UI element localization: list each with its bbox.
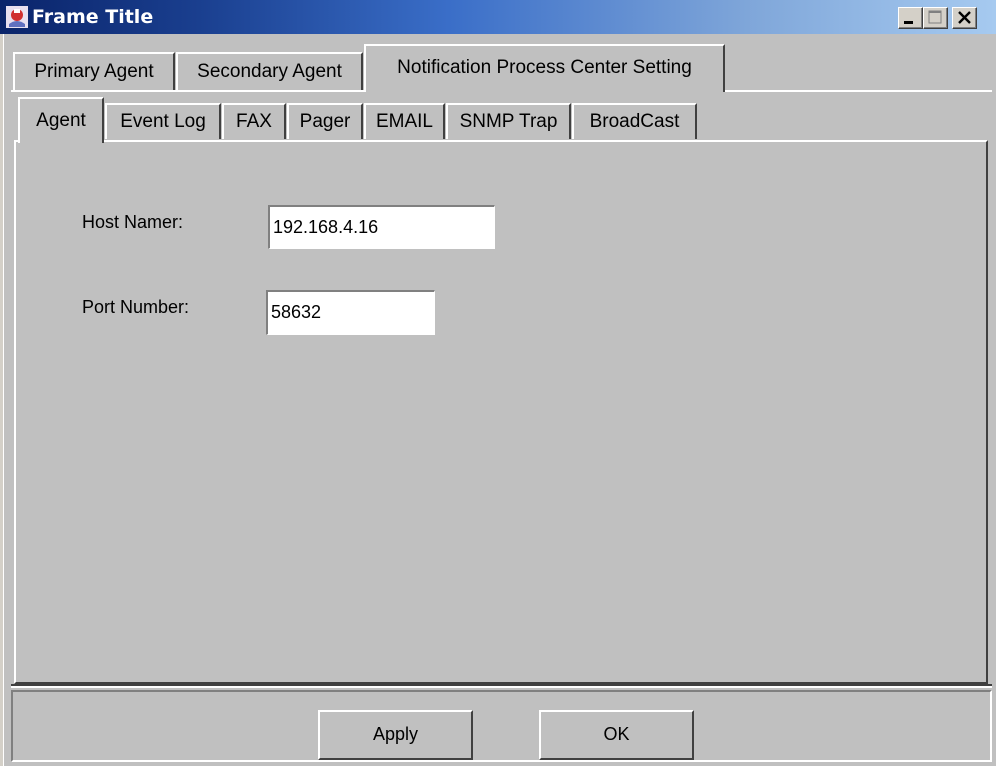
tab-pager[interactable]: Pager <box>287 103 363 139</box>
tab-label: Agent <box>36 110 86 131</box>
tab-agent[interactable]: Agent <box>18 97 104 143</box>
tab-label: Notification Process Center Setting <box>397 57 692 78</box>
apply-button-label: Apply <box>372 724 419 744</box>
tab-label: SNMP Trap <box>459 111 558 132</box>
ok-button[interactable]: OK <box>539 710 694 760</box>
apply-button[interactable]: Apply <box>318 710 473 760</box>
tab-notification-process-center-setting[interactable]: Notification Process Center Setting <box>364 44 725 92</box>
port-number-field[interactable]: 58632 <box>266 290 435 335</box>
java-app-icon <box>6 6 28 28</box>
tab-broadcast[interactable]: BroadCast <box>572 103 697 139</box>
tab-label: Primary Agent <box>34 61 154 82</box>
tab-email[interactable]: EMAIL <box>364 103 445 139</box>
tab-event-log[interactable]: Event Log <box>105 103 221 139</box>
split-divider[interactable] <box>11 684 992 688</box>
tab-label: Pager <box>299 111 351 132</box>
port-number-label: Port Number: <box>82 297 190 317</box>
ok-button-label: OK <box>603 724 630 744</box>
window-title: Frame Title <box>32 6 154 28</box>
button-bar <box>11 690 992 762</box>
tab-label: Event Log <box>120 111 206 132</box>
tab-label: FAX <box>236 111 272 132</box>
title-bar[interactable]: Frame Title <box>0 0 996 34</box>
maximize-button[interactable] <box>923 7 948 29</box>
close-button[interactable] <box>952 7 977 29</box>
host-name-label: Host Namer: <box>82 212 184 232</box>
host-name-field[interactable]: 192.168.4.16 <box>268 205 495 249</box>
tab-fax[interactable]: FAX <box>222 103 286 139</box>
tab-snmp-trap[interactable]: SNMP Trap <box>446 103 571 139</box>
minimize-icon <box>904 21 913 24</box>
application-window: Frame Title Primary Agent Secondary Agen… <box>0 0 996 766</box>
window-frame <box>0 34 4 766</box>
tab-primary-agent[interactable]: Primary Agent <box>13 52 175 90</box>
tab-label: BroadCast <box>589 111 680 132</box>
close-icon <box>958 11 971 24</box>
tab-secondary-agent[interactable]: Secondary Agent <box>176 52 363 90</box>
minimize-button[interactable] <box>898 7 923 29</box>
maximize-icon <box>928 10 942 24</box>
tab-label: Secondary Agent <box>197 61 342 82</box>
tab-label: EMAIL <box>375 111 434 132</box>
